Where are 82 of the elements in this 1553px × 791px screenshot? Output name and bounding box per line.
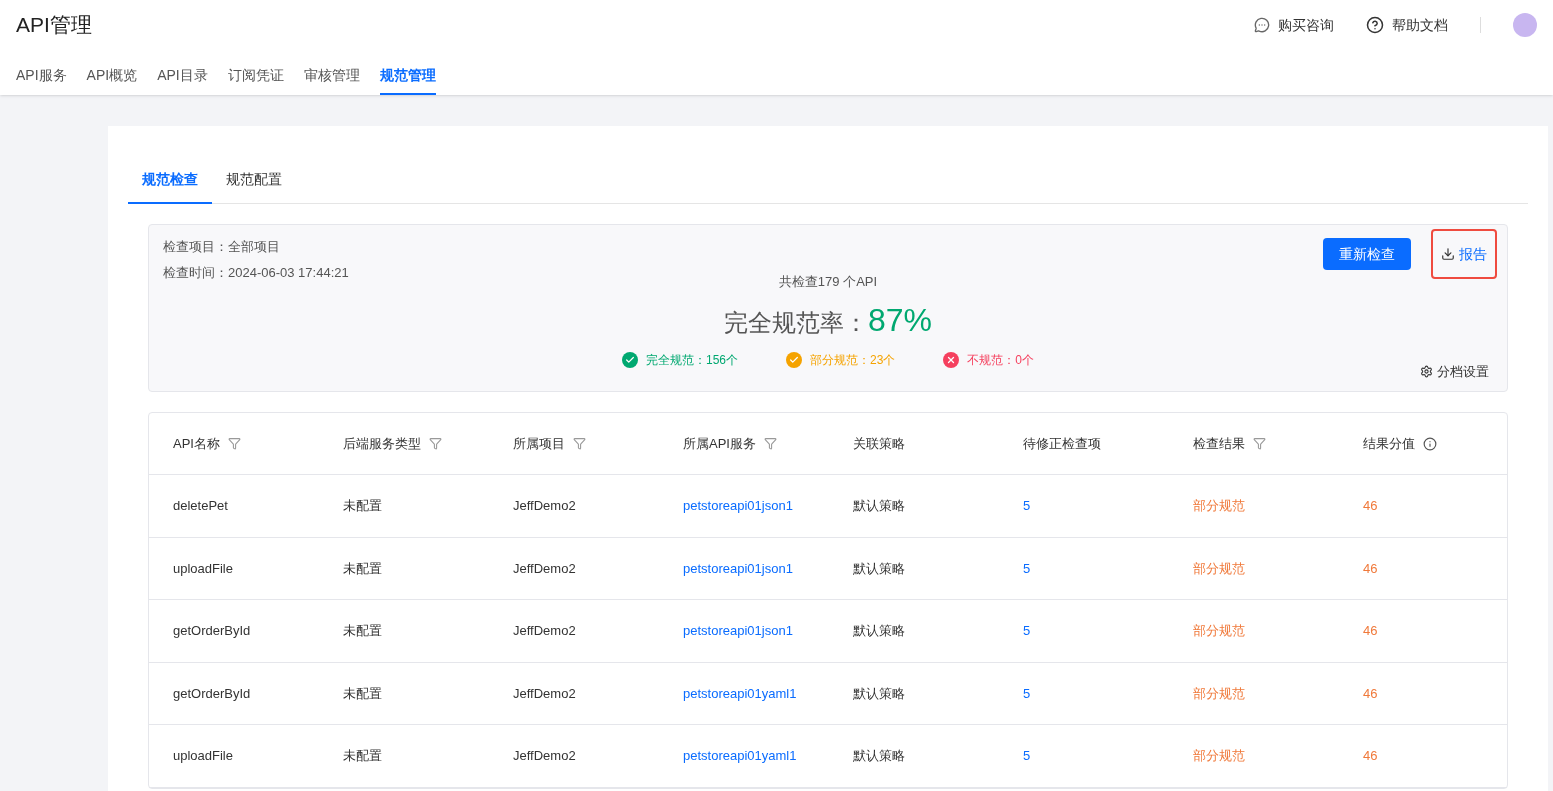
table-cell-text: 未配置 bbox=[343, 497, 383, 515]
filter-icon[interactable] bbox=[573, 437, 586, 450]
service-link[interactable]: petstoreapi01json1 bbox=[683, 558, 853, 578]
pending-count-link[interactable]: 5 bbox=[1023, 496, 1193, 516]
report-button[interactable]: 报告 bbox=[1431, 229, 1497, 279]
score-value: 46 bbox=[1363, 559, 1379, 578]
recheck-button[interactable]: 重新检查 bbox=[1323, 238, 1411, 270]
error-icon bbox=[943, 351, 960, 368]
nav-tab[interactable]: API目录 bbox=[157, 65, 208, 95]
stat-label: 完全规范：156个 bbox=[645, 351, 738, 368]
filter-icon[interactable] bbox=[227, 437, 241, 450]
filter-icon[interactable] bbox=[1253, 437, 1266, 450]
table-cell-text: JeffDemo2 bbox=[513, 622, 577, 640]
score-value: 46 bbox=[1363, 622, 1379, 640]
sub-tab[interactable]: 规范检查 bbox=[128, 156, 212, 204]
settings-icon bbox=[1420, 364, 1433, 378]
nav-tab[interactable]: API概览 bbox=[86, 65, 138, 95]
sub-tab[interactable]: 规范配置 bbox=[212, 156, 296, 204]
help-icon bbox=[1366, 16, 1384, 34]
service-link[interactable]: petstoreapi01yaml1 bbox=[683, 746, 853, 766]
rate-value: 87% bbox=[867, 300, 932, 340]
result-status: 部分规范 bbox=[1193, 559, 1246, 578]
app-title: API管理 bbox=[16, 12, 92, 39]
table-cell-text: 默认策略 bbox=[853, 622, 906, 640]
table-cell-text: deletePet bbox=[173, 497, 229, 515]
table-cell-text: JeffDemo2 bbox=[513, 684, 577, 703]
score-value: 46 bbox=[1363, 497, 1379, 515]
score-value: 46 bbox=[1363, 684, 1379, 703]
column-header: API名称 bbox=[173, 434, 220, 453]
nav-tab[interactable]: API服务 bbox=[16, 65, 67, 95]
table-cell-text: getOrderById bbox=[173, 622, 252, 640]
result-status: 部分规范 bbox=[1193, 497, 1246, 515]
stat-label: 部分规范：23个 bbox=[810, 351, 896, 368]
filter-icon[interactable] bbox=[429, 437, 442, 450]
table-cell-text: JeffDemo2 bbox=[513, 559, 577, 578]
column-header: 后端服务类型 bbox=[343, 434, 421, 453]
pending-count-link[interactable]: 5 bbox=[1023, 746, 1193, 766]
chat-icon bbox=[1254, 17, 1270, 33]
table-cell-text: JeffDemo2 bbox=[513, 747, 577, 765]
info-icon[interactable] bbox=[1423, 436, 1437, 451]
table-cell-text: 未配置 bbox=[343, 684, 383, 703]
tier-settings-link[interactable]: 分档设置 bbox=[1420, 361, 1489, 381]
result-status: 部分规范 bbox=[1193, 622, 1246, 640]
table-cell-text: 未配置 bbox=[343, 559, 383, 578]
column-header: 关联策略 bbox=[853, 434, 905, 453]
column-header: 所属项目 bbox=[513, 434, 565, 453]
table-cell-text: getOrderById bbox=[173, 684, 252, 703]
column-header: 所属API服务 bbox=[683, 434, 756, 453]
result-status: 部分规范 bbox=[1193, 747, 1246, 765]
result-status: 部分规范 bbox=[1193, 684, 1246, 703]
nav-tab[interactable]: 规范管理 bbox=[379, 65, 436, 95]
score-value: 46 bbox=[1363, 747, 1379, 765]
check-project: 检查项目：全部项目 bbox=[163, 238, 280, 256]
table-cell-text: uploadFile bbox=[173, 747, 234, 765]
total-count: 共检查179 个API bbox=[778, 273, 878, 291]
download-icon bbox=[1441, 247, 1455, 261]
check-time: 检查时间：2024-06-03 17:44:21 bbox=[163, 263, 349, 282]
table-cell-text: JeffDemo2 bbox=[513, 497, 577, 515]
table-cell-text: 默认策略 bbox=[853, 497, 906, 515]
nav-tab[interactable]: 审核管理 bbox=[303, 65, 360, 95]
help-link[interactable]: 帮助文档 bbox=[1366, 15, 1448, 35]
service-link[interactable]: petstoreapi01yaml1 bbox=[683, 683, 853, 703]
pending-count-link[interactable]: 5 bbox=[1023, 558, 1193, 578]
service-link[interactable]: petstoreapi01json1 bbox=[683, 496, 853, 516]
service-link[interactable]: petstoreapi01json1 bbox=[683, 621, 853, 641]
consult-link[interactable]: 购买咨询 bbox=[1254, 15, 1334, 35]
rate-label: 完全规范率： bbox=[723, 307, 868, 338]
filter-icon[interactable] bbox=[763, 437, 777, 450]
pending-count-link[interactable]: 5 bbox=[1023, 621, 1193, 641]
nav-tab[interactable]: 订阅凭证 bbox=[227, 65, 284, 95]
column-header: 结果分值 bbox=[1363, 434, 1415, 453]
column-header: 检查结果 bbox=[1193, 434, 1245, 453]
stat-label: 不规范：0个 bbox=[967, 351, 1035, 368]
pending-count-link[interactable]: 5 bbox=[1023, 683, 1193, 703]
table-cell-text: uploadFile bbox=[173, 559, 234, 578]
table-cell-text: 未配置 bbox=[343, 622, 383, 640]
table-cell-text: 未配置 bbox=[343, 747, 383, 765]
table-cell-text: 默认策略 bbox=[853, 684, 906, 703]
table-cell-text: 默认策略 bbox=[853, 747, 906, 765]
user-avatar[interactable] bbox=[1513, 13, 1537, 37]
table-cell-text: 默认策略 bbox=[853, 559, 906, 578]
column-header: 待修正检查项 bbox=[1023, 434, 1101, 453]
